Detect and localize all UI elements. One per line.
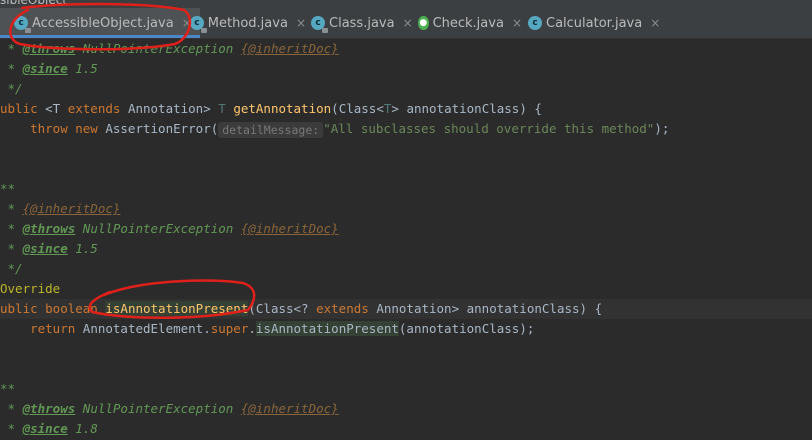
code-line: ublic <T extends Annotation> T getAnnota… [0,101,542,116]
lock-icon [25,28,31,33]
window-title-bar: sibleObject [0,0,812,8]
code-line: ** [0,181,16,196]
code-line: * @since 1.5 [0,241,98,256]
tab-calculator-java[interactable]: c Calculator.java × [528,8,664,38]
code-line: */ [0,261,23,276]
code-line: ** [0,381,16,396]
code-line: * {@inheritDoc} [0,201,121,216]
code-line-current: ublic boolean isAnnotationPresent(Class<… [0,299,812,319]
lock-icon [200,28,207,33]
code-line: throw new AssertionError(detailMessage: "… [0,121,670,138]
close-icon[interactable]: × [650,16,660,30]
tab-label: Calculator.java [546,15,643,31]
class-icon: c [14,16,31,33]
tab-label: AccessibleObject.java [32,15,174,31]
close-icon[interactable]: × [296,16,306,30]
class-icon: c [190,16,207,33]
class-icon: c [528,16,542,30]
code-line: */ [0,81,23,96]
close-icon[interactable]: × [403,16,413,30]
code-line: * @since 1.8 [0,421,98,436]
code-line: * @throws NullPointerException {@inherit… [0,41,339,56]
tab-class-java[interactable]: c Class.java × [311,8,413,38]
code-line: * @since 1.5 [0,61,98,76]
window-title: sibleObject [0,0,68,7]
code-line: * @throws NullPointerException {@inherit… [0,401,339,416]
java-file-icon: ● [418,16,429,30]
lock-icon [322,28,328,33]
parameter-hint: detailMessage: [218,121,324,138]
editor-tab-bar: c AccessibleObject.java × c Method.java … [0,8,812,39]
class-icon: c [311,16,328,33]
tab-accessibleobject-java[interactable]: c AccessibleObject.java × [0,8,200,38]
tab-check-java[interactable]: ● Check.java × [418,8,522,38]
code-line: return AnnotatedElement.super.isAnnotati… [30,321,535,336]
tab-label: Method.java [207,15,288,31]
tab-label: Class.java [329,15,395,31]
code-line: Override [0,281,61,296]
code-line: * @throws NullPointerException {@inherit… [0,221,339,236]
tab-label: Check.java [432,15,504,31]
tab-method-java[interactable]: c Method.java × [190,8,306,38]
close-icon[interactable]: × [512,16,522,30]
code-editor[interactable]: * @throws NullPointerException {@inherit… [0,39,812,440]
